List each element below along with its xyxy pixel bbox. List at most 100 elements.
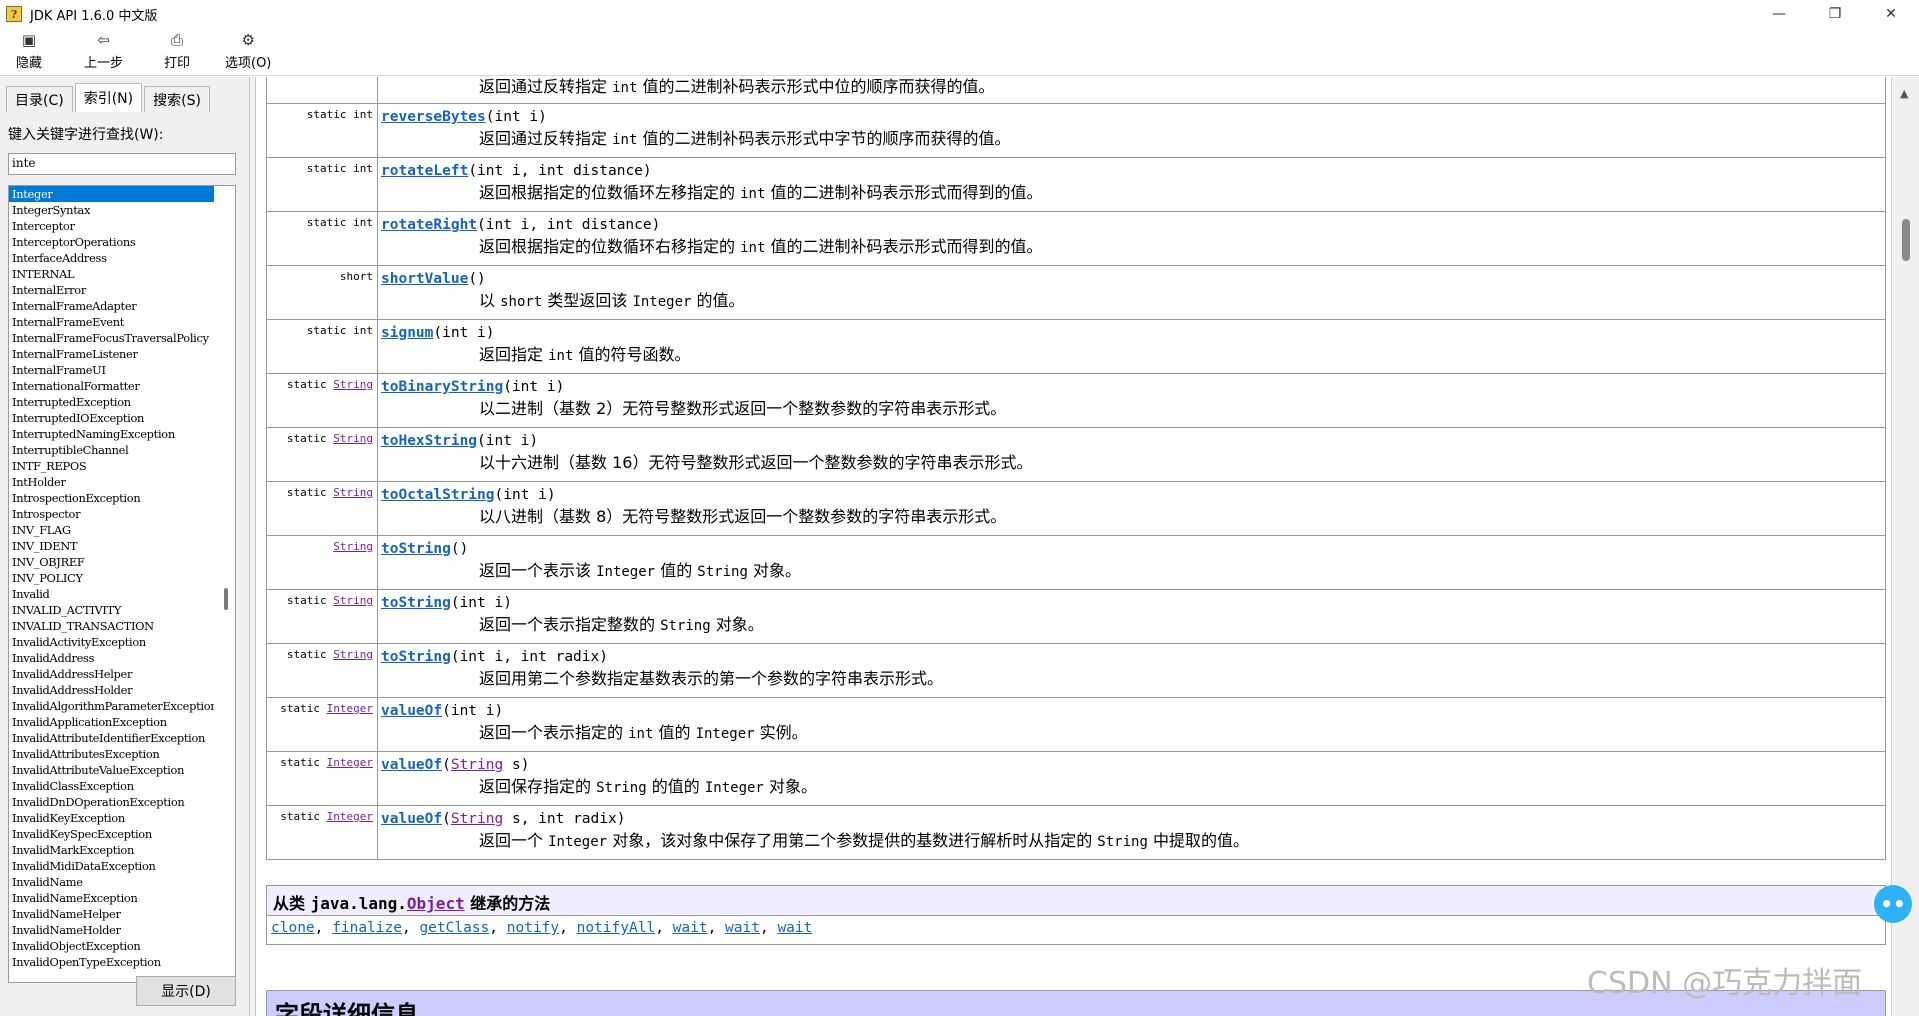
minimize-button[interactable]: — xyxy=(1751,0,1807,28)
index-list-item[interactable]: INTF_REPOS xyxy=(9,458,214,474)
index-list-item[interactable]: InvalidNameHolder xyxy=(9,922,214,938)
return-type-link[interactable]: String xyxy=(333,486,373,499)
back-button[interactable]: ⇦ 上一步 xyxy=(84,30,123,74)
method-name-link[interactable]: toString xyxy=(381,649,451,665)
method-name-link[interactable]: toOctalString xyxy=(381,487,495,503)
inherited-method-link[interactable]: wait xyxy=(725,920,760,936)
index-list-item[interactable]: InternalFrameEvent xyxy=(9,314,214,330)
index-list-item[interactable]: InvalidNameException xyxy=(9,890,214,906)
param-type-link[interactable]: String xyxy=(451,811,503,827)
return-type-link[interactable]: String xyxy=(333,648,373,661)
method-name-link[interactable]: rotateLeft xyxy=(381,163,468,179)
index-list-item[interactable]: INVALID_TRANSACTION xyxy=(9,618,214,634)
inherited-method-link[interactable]: wait xyxy=(777,920,812,936)
index-list-item[interactable]: InvalidAttributeIdentifierException xyxy=(9,730,214,746)
index-list-item[interactable]: InvalidAlgorithmParameterException xyxy=(9,698,214,714)
index-list-item[interactable]: InvalidAttributesException xyxy=(9,746,214,762)
index-list-item[interactable]: InvalidName xyxy=(9,874,214,890)
return-type-link[interactable]: String xyxy=(333,378,373,391)
index-list-item[interactable]: InternalFrameAdapter xyxy=(9,298,214,314)
tab-contents[interactable]: 目录(C) xyxy=(6,86,73,112)
index-list-item[interactable]: InterfaceAddress xyxy=(9,250,214,266)
index-list-item[interactable]: Interceptor xyxy=(9,218,214,234)
display-button[interactable]: 显示(D) xyxy=(136,976,236,1006)
index-list-item[interactable]: InvalidMarkException xyxy=(9,842,214,858)
index-list-item[interactable]: InternalFrameFocusTraversalPolicy xyxy=(9,330,214,346)
index-list-scrollbar[interactable] xyxy=(219,186,233,982)
index-list-item[interactable]: IntegerSyntax xyxy=(9,202,214,218)
index-list-item[interactable]: IntrospectionException xyxy=(9,490,214,506)
index-list-scroll-thumb[interactable] xyxy=(224,588,228,610)
return-type-link[interactable]: String xyxy=(333,540,373,553)
index-list-item[interactable]: InvalidAddressHelper xyxy=(9,666,214,682)
index-list-item[interactable]: InvalidKeySpecException xyxy=(9,826,214,842)
method-name-link[interactable]: signum xyxy=(381,325,433,341)
assistant-chat-icon[interactable]: •• xyxy=(1874,885,1912,923)
maximize-button[interactable]: ❐ xyxy=(1807,0,1863,28)
index-list-item[interactable]: InvalidObjectException xyxy=(9,938,214,954)
index-list-item[interactable]: InterruptibleChannel xyxy=(9,442,214,458)
index-list-item[interactable]: InterruptedNamingException xyxy=(9,426,214,442)
scroll-up-icon[interactable]: ▲ xyxy=(1900,87,1908,100)
index-list-item[interactable]: InvalidKeyException xyxy=(9,810,214,826)
index-list-item[interactable]: InvalidAddressHolder xyxy=(9,682,214,698)
method-name-link[interactable]: toString xyxy=(381,595,451,611)
index-list-item[interactable]: InterceptorOperations xyxy=(9,234,214,250)
param-type-link[interactable]: String xyxy=(451,757,503,773)
inherited-method-link[interactable]: finalize xyxy=(332,920,402,936)
method-name-link[interactable]: valueOf xyxy=(381,703,442,719)
index-list-item[interactable]: InternalFrameListener xyxy=(9,346,214,362)
return-type-link[interactable]: Integer xyxy=(327,756,373,769)
method-name-link[interactable]: toHexString xyxy=(381,433,477,449)
index-list-item[interactable]: Integer xyxy=(9,186,214,202)
object-class-link[interactable]: Object xyxy=(407,894,465,913)
index-list[interactable]: Integer IntegerSyntax Interceptor Intercept… xyxy=(8,185,236,983)
return-type-link[interactable]: Integer xyxy=(327,810,373,823)
index-list-item[interactable]: InterruptedIOException xyxy=(9,410,214,426)
index-list-item[interactable]: INTERNAL xyxy=(9,266,214,282)
method-name-link[interactable]: rotateRight xyxy=(381,217,477,233)
inherited-method-link[interactable]: wait xyxy=(673,920,708,936)
pane-splitter[interactable] xyxy=(250,77,256,1016)
return-type-link[interactable]: Integer xyxy=(327,702,373,715)
index-list-item[interactable]: INV_OBJREF xyxy=(9,554,214,570)
index-list-item[interactable]: InvalidClassException xyxy=(9,778,214,794)
index-list-item[interactable]: InternalFrameUI xyxy=(9,362,214,378)
inherited-method-link[interactable]: notify xyxy=(507,920,559,936)
index-list-item[interactable]: InvalidApplicationException xyxy=(9,714,214,730)
method-name-link[interactable]: toString xyxy=(381,541,451,557)
index-list-item[interactable]: InternationalFormatter xyxy=(9,378,214,394)
index-list-item[interactable]: InternalError xyxy=(9,282,214,298)
index-list-item[interactable]: InvalidAddress xyxy=(9,650,214,666)
method-name-link[interactable]: valueOf xyxy=(381,811,442,827)
index-list-item[interactable]: InvalidMidiDataException xyxy=(9,858,214,874)
method-name-link[interactable]: valueOf xyxy=(381,757,442,773)
method-name-link[interactable]: reverseBytes xyxy=(381,109,486,125)
keyword-input[interactable]: inte xyxy=(8,153,236,175)
hide-button[interactable]: ▣ 隐藏 xyxy=(16,30,42,74)
index-list-item[interactable]: InvalidOpenTypeException xyxy=(9,954,214,970)
index-list-item[interactable]: Invalid xyxy=(9,586,214,602)
content-scroll-thumb[interactable] xyxy=(1902,219,1910,261)
close-button[interactable]: ✕ xyxy=(1863,0,1919,28)
index-list-item[interactable]: INVALID_ACTIVITY xyxy=(9,602,214,618)
method-name-link[interactable]: toBinaryString xyxy=(381,379,503,395)
return-type-link[interactable]: String xyxy=(333,432,373,445)
index-list-item[interactable]: InvalidAttributeValueException xyxy=(9,762,214,778)
index-list-item[interactable]: InterruptedException xyxy=(9,394,214,410)
inherited-method-link[interactable]: notifyAll xyxy=(577,920,656,936)
index-list-item[interactable]: InvalidActivityException xyxy=(9,634,214,650)
method-name-link[interactable]: shortValue xyxy=(381,271,468,287)
index-list-item[interactable]: INV_FLAG xyxy=(9,522,214,538)
index-list-item[interactable]: Introspector xyxy=(9,506,214,522)
tab-search[interactable]: 搜索(S) xyxy=(144,86,210,112)
print-button[interactable]: ⎙ 打印 xyxy=(164,30,190,74)
index-list-item[interactable]: InvalidDnDOperationException xyxy=(9,794,214,810)
return-type-link[interactable]: String xyxy=(333,594,373,607)
index-list-item[interactable]: InvalidNameHelper xyxy=(9,906,214,922)
index-list-item[interactable]: IntHolder xyxy=(9,474,214,490)
index-list-item[interactable]: INV_IDENT xyxy=(9,538,214,554)
tab-index[interactable]: 索引(N) xyxy=(74,83,143,112)
index-list-item[interactable]: INV_POLICY xyxy=(9,570,214,586)
content-scrollbar[interactable]: ▲ xyxy=(1891,77,1919,1016)
